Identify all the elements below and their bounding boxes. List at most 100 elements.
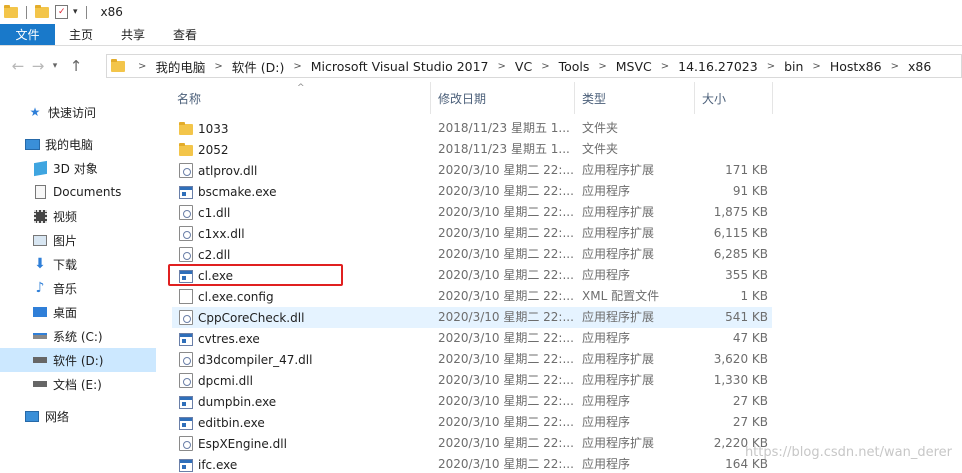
window-title: x86 [100,5,123,19]
recent-locations-chevron-icon[interactable]: ▾ [48,61,62,71]
breadcrumb-item[interactable]: MSVC [616,59,652,74]
file-name-cell[interactable]: cl.exe.config [172,286,274,307]
file-row[interactable]: dumpbin.exe 2020/3/10 星期二 22:... 应用程序 27 KB [172,391,772,412]
file-date: 2020/3/10 星期二 22:... [438,163,574,177]
chevron-right-icon[interactable]: > [891,61,899,72]
breadcrumb-item[interactable]: x86 [908,59,931,74]
file-name-cell[interactable]: editbin.exe [172,412,265,433]
breadcrumb-item[interactable]: Microsoft Visual Studio 2017 [311,59,489,74]
tab-home[interactable]: 主页 [55,24,107,45]
breadcrumb-item[interactable]: Tools [559,59,590,74]
nav-item-documents[interactable]: Documents [0,180,156,204]
nav-item-quick-access[interactable]: ★ 快速访问 [0,100,156,124]
file-row[interactable]: bscmake.exe 2020/3/10 星期二 22:... 应用程序 91 KB [172,181,772,202]
tab-file[interactable]: 文件 [0,24,55,45]
tab-share[interactable]: 共享 [107,24,159,45]
tab-view[interactable]: 查看 [159,24,211,45]
file-row[interactable]: cvtres.exe 2020/3/10 星期二 22:... 应用程序 47 KB [172,328,772,349]
nav-item-drive-d[interactable]: 软件 (D:) [0,348,156,372]
breadcrumb-item[interactable]: VC [515,59,532,74]
file-row[interactable]: c2.dll 2020/3/10 星期二 22:... 应用程序扩展 6,285 KB [172,244,772,265]
file-name: cl.exe.config [198,289,274,304]
nav-item-drive-e[interactable]: 文档 (E:) [0,372,156,396]
back-arrow-icon[interactable]: ← [8,57,28,75]
file-row[interactable]: cl.exe.config 2020/3/10 星期二 22:... XML 配置文… [172,286,772,307]
breadcrumb-item[interactable]: bin [784,59,803,74]
file-row[interactable]: c1.dll 2020/3/10 星期二 22:... 应用程序扩展 1,875 KB [172,202,772,223]
file-name-cell[interactable]: dpcmi.dll [172,370,253,391]
nav-item-drive-c[interactable]: 系统 (C:) [0,324,156,348]
address-bar[interactable]: > 我的电脑 > 软件 (D:) > Microsoft Visual Stud… [106,54,962,78]
chevron-right-icon[interactable]: > [138,61,146,72]
file-row[interactable]: dpcmi.dll 2020/3/10 星期二 22:... 应用程序扩展 1,330… [172,370,772,391]
file-name-cell[interactable]: cvtres.exe [172,328,260,349]
chevron-right-icon[interactable]: > [293,61,301,72]
file-size: 541 KB [725,310,768,324]
chevron-right-icon[interactable]: > [541,61,549,72]
breadcrumb-item[interactable]: 14.16.27023 [678,59,758,74]
nav-item-downloads[interactable]: ⬇ 下载 [0,252,156,276]
file-date: 2020/3/10 星期二 22:... [438,373,574,387]
file-name-cell[interactable]: 1033 [172,118,229,139]
chevron-right-icon[interactable]: > [767,61,775,72]
breadcrumb-item[interactable]: Hostx86 [830,59,882,74]
nav-item-3d-objects[interactable]: 3D 对象 [0,156,156,180]
nav-item-videos[interactable]: 视频 [0,204,156,228]
column-header-name[interactable]: 名称 [177,82,201,114]
nav-item-network[interactable]: 网络 [0,404,156,428]
drive-icon [32,353,48,367]
file-name-cell[interactable]: CppCoreCheck.dll [172,307,304,328]
nav-item-music[interactable]: ♪ 音乐 [0,276,156,300]
column-divider[interactable] [574,82,575,114]
file-name-cell[interactable]: EspXEngine.dll [172,433,287,454]
up-arrow-icon[interactable]: ↑ [66,57,86,75]
column-header-date[interactable]: 修改日期 [438,82,486,114]
column-header-size[interactable]: 大小 [702,82,726,114]
column-divider[interactable] [430,82,431,114]
nav-item-desktop[interactable]: 桌面 [0,300,156,324]
3d-objects-icon [32,160,48,176]
quick-access-dropdown-icon[interactable]: ▾ [73,7,78,17]
file-name-cell[interactable]: atlprov.dll [172,160,257,181]
file-row[interactable]: ifc.exe 2020/3/10 星期二 22:... 应用程序 164 KB [172,454,772,473]
dll-icon [179,373,193,388]
chevron-right-icon[interactable]: > [498,61,506,72]
file-name-cell[interactable]: 2052 [172,139,229,160]
chevron-right-icon[interactable]: > [812,61,820,72]
file-row[interactable]: CppCoreCheck.dll 2020/3/10 星期二 22:... 应用程序… [172,307,772,328]
column-divider[interactable] [772,82,773,114]
file-row[interactable]: editbin.exe 2020/3/10 星期二 22:... 应用程序 27 KB [172,412,772,433]
nav-item-label: 系统 (C:) [53,329,103,344]
file-name-cell[interactable]: c1.dll [172,202,230,223]
file-name-cell[interactable]: dumpbin.exe [172,391,276,412]
file-size: 27 KB [732,394,768,408]
watermark: https://blog.csdn.net/wan_derer [744,445,952,460]
chevron-right-icon[interactable]: > [598,61,606,72]
chevron-right-icon[interactable]: > [661,61,669,72]
nav-item-label: 桌面 [53,305,78,320]
column-divider[interactable] [694,82,695,114]
breadcrumb-item[interactable]: 我的电脑 [155,57,205,76]
file-name-cell[interactable]: c1xx.dll [172,223,245,244]
file-row[interactable]: 2052 2018/11/23 星期五 1... 文件夹 [172,139,772,160]
file-row[interactable]: d3dcompiler_47.dll 2020/3/10 星期二 22:... 应用… [172,349,772,370]
file-name: d3dcompiler_47.dll [198,352,313,367]
pictures-icon [32,233,48,247]
file-row[interactable]: 1033 2018/11/23 星期五 1... 文件夹 [172,118,772,139]
nav-item-this-pc[interactable]: 我的电脑 [0,132,156,156]
file-name-cell[interactable]: bscmake.exe [172,181,277,202]
column-header-type[interactable]: 类型 [582,82,606,114]
chevron-right-icon[interactable]: > [214,61,222,72]
file-row[interactable]: c1xx.dll 2020/3/10 星期二 22:... 应用程序扩展 6,115 … [172,223,772,244]
properties-icon[interactable]: ✓ [55,5,68,19]
new-folder-icon[interactable] [35,4,49,18]
forward-arrow-icon[interactable]: → [28,57,48,75]
file-name-cell[interactable]: ifc.exe [172,454,237,473]
file-name-cell[interactable]: c2.dll [172,244,230,265]
file-row[interactable]: atlprov.dll 2020/3/10 星期二 22:... 应用程序扩展 171… [172,160,772,181]
file-row[interactable]: EspXEngine.dll 2020/3/10 星期二 22:... 应用程序扩展… [172,433,772,454]
breadcrumb-item[interactable]: 软件 (D:) [232,57,285,76]
nav-item-pictures[interactable]: 图片 [0,228,156,252]
file-name-cell[interactable]: d3dcompiler_47.dll [172,349,312,370]
file-name: 2052 [198,142,229,157]
